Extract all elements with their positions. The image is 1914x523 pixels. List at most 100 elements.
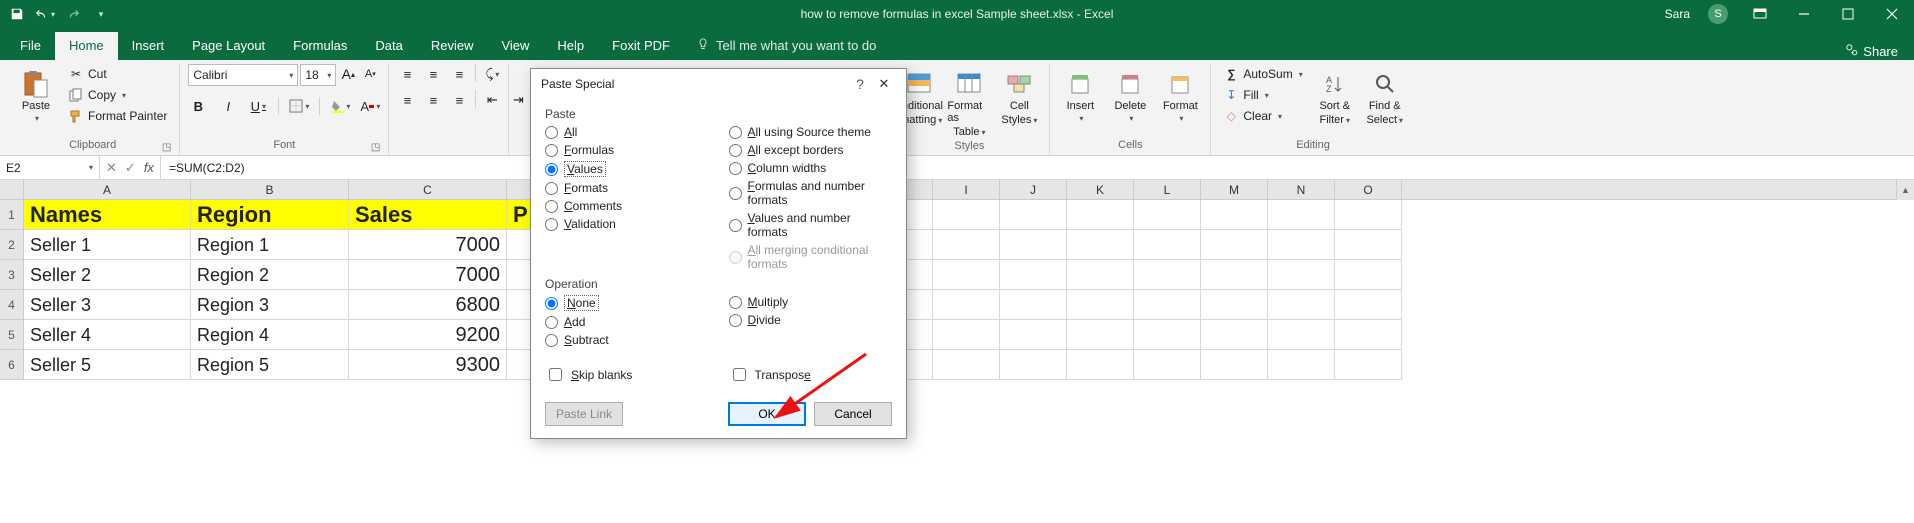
font-launcher-icon[interactable]: ◳: [371, 142, 380, 153]
cell[interactable]: [1067, 290, 1134, 320]
cell[interactable]: [1201, 260, 1268, 290]
radio-formats[interactable]: Formats: [545, 179, 709, 197]
format-as-table-button[interactable]: Format as Table▾: [947, 64, 991, 138]
row-header[interactable]: 4: [0, 290, 24, 320]
cell[interactable]: [1000, 230, 1067, 260]
skip-blanks-checkbox[interactable]: Skip blanks: [545, 363, 709, 386]
find-select-button[interactable]: Find &Select▾: [1363, 64, 1407, 126]
tab-foxit-pdf[interactable]: Foxit PDF: [598, 32, 684, 60]
tab-file[interactable]: File: [6, 32, 55, 60]
tab-data[interactable]: Data: [361, 32, 416, 60]
cell[interactable]: [1134, 230, 1201, 260]
font-name-select[interactable]: Calibri▾: [188, 64, 298, 86]
cancel-button[interactable]: Cancel: [814, 402, 892, 426]
cell[interactable]: [1067, 350, 1134, 380]
cell[interactable]: [933, 320, 1000, 350]
cell[interactable]: Region 5: [191, 350, 349, 380]
undo-icon[interactable]: ▾: [34, 3, 56, 25]
format-painter-button[interactable]: Format Painter: [64, 106, 171, 126]
delete-button[interactable]: Delete▾: [1108, 64, 1152, 123]
row-header[interactable]: 1: [0, 200, 24, 230]
cell[interactable]: [1268, 350, 1335, 380]
cell[interactable]: [1335, 350, 1402, 380]
radio-all-except-borders[interactable]: All except borders: [729, 141, 893, 159]
col-header[interactable]: K: [1067, 180, 1134, 199]
clipboard-launcher-icon[interactable]: ◳: [162, 142, 171, 153]
avatar[interactable]: S: [1708, 4, 1728, 24]
bold-button[interactable]: B: [188, 96, 208, 116]
cell[interactable]: Seller 3: [24, 290, 191, 320]
cell[interactable]: [1335, 230, 1402, 260]
scroll-up-icon[interactable]: ▲: [1896, 180, 1914, 200]
cell[interactable]: [933, 260, 1000, 290]
clear-button[interactable]: ◇Clear▾: [1219, 106, 1306, 126]
underline-button[interactable]: U▾: [248, 96, 268, 116]
font-size-select[interactable]: 18▾: [300, 64, 336, 86]
cell[interactable]: [1268, 290, 1335, 320]
cell[interactable]: [1335, 320, 1402, 350]
cell[interactable]: [1268, 260, 1335, 290]
qat-customize-icon[interactable]: ▾: [90, 3, 112, 25]
tab-review[interactable]: Review: [417, 32, 488, 60]
col-header[interactable]: O: [1335, 180, 1402, 199]
col-header[interactable]: M: [1201, 180, 1268, 199]
name-box[interactable]: E2▾: [0, 156, 100, 179]
radio-comments[interactable]: Comments: [545, 197, 709, 215]
increase-font-icon[interactable]: A▴: [338, 64, 358, 84]
cell[interactable]: Region 4: [191, 320, 349, 350]
cell[interactable]: [933, 290, 1000, 320]
radio-formulas-and-number-formats[interactable]: Formulas and number formats: [729, 177, 893, 209]
align-top-icon[interactable]: ≡: [397, 64, 417, 84]
cell[interactable]: [1134, 260, 1201, 290]
cell[interactable]: [1201, 290, 1268, 320]
paste-button[interactable]: Paste ▾: [14, 64, 58, 123]
cell[interactable]: [1134, 290, 1201, 320]
radio-multiply[interactable]: Multiply: [729, 293, 893, 311]
radio-values[interactable]: Values: [545, 159, 709, 179]
align-middle-icon[interactable]: ≡: [423, 64, 443, 84]
share-button[interactable]: Share: [1829, 43, 1914, 60]
format-button[interactable]: Format▾: [1158, 64, 1202, 123]
row-header[interactable]: 5: [0, 320, 24, 350]
cell[interactable]: 9300: [349, 350, 507, 380]
cell[interactable]: [933, 350, 1000, 380]
fx-icon[interactable]: fx: [144, 160, 154, 175]
radio-formulas[interactable]: Formulas: [545, 141, 709, 159]
row-header[interactable]: 6: [0, 350, 24, 380]
cell[interactable]: [1335, 290, 1402, 320]
font-color-button[interactable]: A▾: [360, 96, 380, 116]
col-header[interactable]: I: [933, 180, 1000, 199]
cell[interactable]: [1000, 200, 1067, 230]
sort-filter-button[interactable]: AZSort &Filter▾: [1313, 64, 1357, 126]
transpose-checkbox[interactable]: Transpose: [729, 363, 893, 386]
cell-styles-button[interactable]: Cell Styles▾: [997, 64, 1041, 126]
radio-subtract[interactable]: Subtract: [545, 331, 709, 349]
col-header[interactable]: B: [191, 180, 349, 199]
tab-home[interactable]: Home: [55, 32, 118, 60]
cell[interactable]: [1268, 200, 1335, 230]
tab-help[interactable]: Help: [543, 32, 598, 60]
cell[interactable]: [1000, 290, 1067, 320]
cell[interactable]: [1335, 260, 1402, 290]
tab-page-layout[interactable]: Page Layout: [178, 32, 279, 60]
autosum-button[interactable]: ∑AutoSum▾: [1219, 64, 1306, 84]
cell[interactable]: 9200: [349, 320, 507, 350]
radio-all-using-source-theme[interactable]: All using Source theme: [729, 123, 893, 141]
close-icon[interactable]: [1870, 0, 1914, 28]
cell[interactable]: [1134, 350, 1201, 380]
cell[interactable]: Region 1: [191, 230, 349, 260]
fill-button[interactable]: ↧Fill▾: [1219, 85, 1306, 105]
decrease-font-icon[interactable]: A▾: [360, 64, 380, 84]
cell[interactable]: [1201, 230, 1268, 260]
cell[interactable]: [1000, 350, 1067, 380]
paste-link-button[interactable]: Paste Link: [545, 402, 623, 426]
user-name[interactable]: Sara: [1657, 7, 1698, 21]
cell[interactable]: [1134, 320, 1201, 350]
borders-button[interactable]: ▾: [289, 96, 309, 116]
cancel-formula-icon[interactable]: ✕: [106, 160, 117, 176]
col-header[interactable]: J: [1000, 180, 1067, 199]
cell[interactable]: [933, 200, 1000, 230]
select-all-corner[interactable]: [0, 180, 24, 199]
cut-button[interactable]: ✂Cut: [64, 64, 171, 84]
align-bottom-icon[interactable]: ≡: [449, 64, 469, 84]
